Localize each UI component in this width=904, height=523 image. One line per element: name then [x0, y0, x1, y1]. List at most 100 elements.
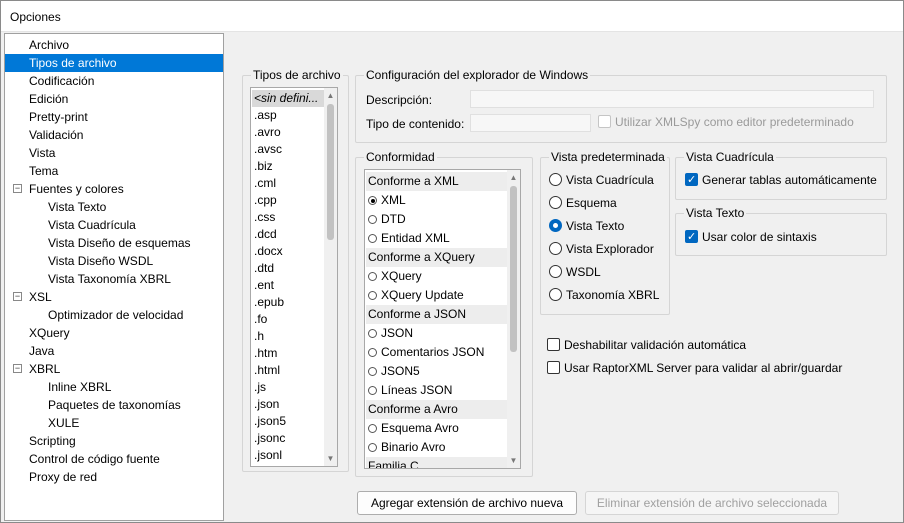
tree-item-fuentes-y-colores[interactable]: Fuentes y colores: [29, 180, 127, 198]
list-item[interactable]: .dtd: [252, 260, 274, 277]
scroll-up-icon[interactable]: ▲: [324, 89, 337, 102]
tree-item-vista-cuadricula[interactable]: Vista Cuadrícula: [48, 216, 139, 234]
default-view-texto-radio[interactable]: Vista Texto: [549, 217, 624, 235]
tree-item-optimizador[interactable]: Optimizador de velocidad: [48, 306, 186, 324]
default-editor-checkbox[interactable]: Utilizar XMLSpy como editor predetermina…: [598, 113, 854, 131]
conformity-option-comentarios-json[interactable]: Comentarios JSON: [366, 343, 484, 362]
conformity-scrollbar[interactable]: ▲ ▼: [507, 170, 520, 468]
conformity-option-dtd[interactable]: DTD: [366, 210, 406, 229]
list-item[interactable]: .jsonl: [252, 447, 282, 464]
radio-icon: [368, 234, 377, 243]
default-view-esquema-radio[interactable]: Esquema: [549, 194, 617, 212]
list-item[interactable]: .fo: [252, 311, 267, 328]
tree-item-vista-diseno-esquemas[interactable]: Vista Diseño de esquemas: [48, 234, 194, 252]
list-item[interactable]: .asp: [252, 107, 277, 124]
scroll-thumb[interactable]: [510, 186, 517, 352]
tree-item-tipos-de-archivo[interactable]: Tipos de archivo: [5, 54, 223, 72]
conformity-option-entidad-xml[interactable]: Entidad XML: [366, 229, 450, 248]
list-item[interactable]: .ent: [252, 277, 274, 294]
tree-item-proxy-de-red[interactable]: Proxy de red: [29, 468, 100, 486]
checkbox-checked-icon: [685, 230, 698, 243]
auto-tables-checkbox[interactable]: Generar tablas automáticamente: [685, 171, 877, 189]
file-types-scrollbar[interactable]: ▲ ▼: [324, 88, 337, 466]
list-item[interactable]: .js: [252, 379, 266, 396]
list-item[interactable]: .cpp: [252, 192, 277, 209]
conformity-option-esquema-avro[interactable]: Esquema Avro: [366, 419, 459, 438]
tree-item-tema[interactable]: Tema: [29, 162, 61, 180]
list-item[interactable]: .avro: [252, 124, 281, 141]
default-view-wsdl-radio[interactable]: WSDL: [549, 263, 601, 281]
conformity-option-json[interactable]: JSON: [366, 324, 413, 343]
tree-item-validacion[interactable]: Validación: [29, 126, 86, 144]
collapse-xbrl-icon[interactable]: −: [13, 364, 22, 373]
syntax-color-checkbox[interactable]: Usar color de sintaxis: [685, 228, 817, 246]
conformity-header-xquery: Conforme a XQuery: [366, 248, 507, 267]
radio-icon: [549, 265, 562, 278]
list-item[interactable]: .dcd: [252, 226, 277, 243]
list-item[interactable]: .avsc: [252, 141, 282, 158]
scroll-down-icon[interactable]: ▼: [324, 452, 337, 465]
list-item[interactable]: .cml: [252, 175, 276, 192]
tree-item-scripting[interactable]: Scripting: [29, 432, 79, 450]
content-type-field[interactable]: [470, 114, 591, 132]
list-item[interactable]: .html: [252, 362, 280, 379]
default-view-explorador-radio[interactable]: Vista Explorador: [549, 240, 654, 258]
tree-item-pretty-print[interactable]: Pretty-print: [29, 108, 91, 126]
tree-item-java[interactable]: Java: [29, 342, 57, 360]
radio-icon: [368, 424, 377, 433]
explorer-config-title: Configuración del explorador de Windows: [364, 68, 591, 82]
list-item[interactable]: .jsonc: [252, 430, 285, 447]
scroll-down-icon[interactable]: ▼: [507, 454, 520, 467]
radio-selected-icon: [549, 219, 562, 232]
tree-item-xbrl[interactable]: XBRL: [29, 360, 63, 378]
list-item[interactable]: .htm: [252, 345, 277, 362]
tree-item-control-codigo-fuente[interactable]: Control de código fuente: [29, 450, 163, 468]
tree-item-vista-diseno-wsdl[interactable]: Vista Diseño WSDL: [48, 252, 156, 270]
conformity-option-lineas-json[interactable]: Líneas JSON: [366, 381, 452, 400]
default-view-taxonomia-radio[interactable]: Taxonomía XBRL: [549, 286, 659, 304]
conformity-option-json5[interactable]: JSON5: [366, 362, 420, 381]
conformity-option-xml[interactable]: XML: [366, 191, 406, 210]
tree-item-paquetes-taxonomias[interactable]: Paquetes de taxonomías: [48, 396, 184, 414]
tree-item-codificacion[interactable]: Codificación: [29, 72, 97, 90]
raptorxml-checkbox[interactable]: Usar RaptorXML Server para validar al ab…: [547, 359, 842, 377]
radio-icon: [368, 386, 377, 395]
disable-validation-checkbox[interactable]: Deshabilitar validación automática: [547, 336, 746, 354]
text-view-title: Vista Texto: [684, 206, 747, 220]
list-item[interactable]: .json5: [252, 413, 286, 430]
tree-item-xquery[interactable]: XQuery: [29, 324, 73, 342]
collapse-xsl-icon[interactable]: −: [13, 292, 22, 301]
file-types-list[interactable]: <sin defini... .asp .avro .avsc .biz .cm…: [250, 87, 338, 467]
tree-item-vista[interactable]: Vista: [29, 144, 58, 162]
tree-item-xsl[interactable]: XSL: [29, 288, 55, 306]
title-bar: Opciones: [1, 1, 903, 32]
tree-item-xule[interactable]: XULE: [48, 414, 82, 432]
conformity-option-xquery-update[interactable]: XQuery Update: [366, 286, 464, 305]
scroll-thumb[interactable]: [327, 104, 334, 240]
radio-icon: [368, 215, 377, 224]
scroll-up-icon[interactable]: ▲: [507, 171, 520, 184]
tree-item-vista-taxonomia-xbrl[interactable]: Vista Taxonomía XBRL: [48, 270, 174, 288]
remove-extension-button[interactable]: Eliminar extensión de archivo selecciona…: [585, 491, 839, 515]
list-item[interactable]: .docx: [252, 243, 283, 260]
list-item[interactable]: <sin defini...: [252, 90, 324, 107]
description-field[interactable]: [470, 90, 874, 108]
category-tree[interactable]: Archivo Tipos de archivo Codificación Ed…: [4, 33, 224, 521]
tree-item-vista-texto[interactable]: Vista Texto: [48, 198, 109, 216]
conformity-list[interactable]: Conforme a XML XML DTD Entidad XML Confo…: [364, 169, 521, 469]
description-label: Descripción:: [366, 93, 433, 107]
list-item[interactable]: .css: [252, 209, 275, 226]
collapse-fuentes-icon[interactable]: −: [13, 184, 22, 193]
tree-item-edicion[interactable]: Edición: [29, 90, 71, 108]
window-title: Opciones: [10, 10, 61, 24]
list-item[interactable]: .h: [252, 328, 264, 345]
default-view-cuadricula-radio[interactable]: Vista Cuadrícula: [549, 171, 654, 189]
list-item[interactable]: .json: [252, 396, 279, 413]
conformity-option-xquery[interactable]: XQuery: [366, 267, 422, 286]
tree-item-archivo[interactable]: Archivo: [29, 36, 72, 54]
list-item[interactable]: .biz: [252, 158, 273, 175]
tree-item-inline-xbrl[interactable]: Inline XBRL: [48, 378, 114, 396]
list-item[interactable]: .epub: [252, 294, 284, 311]
conformity-option-binario-avro[interactable]: Binario Avro: [366, 438, 445, 457]
add-extension-button[interactable]: Agregar extensión de archivo nueva: [357, 491, 577, 515]
